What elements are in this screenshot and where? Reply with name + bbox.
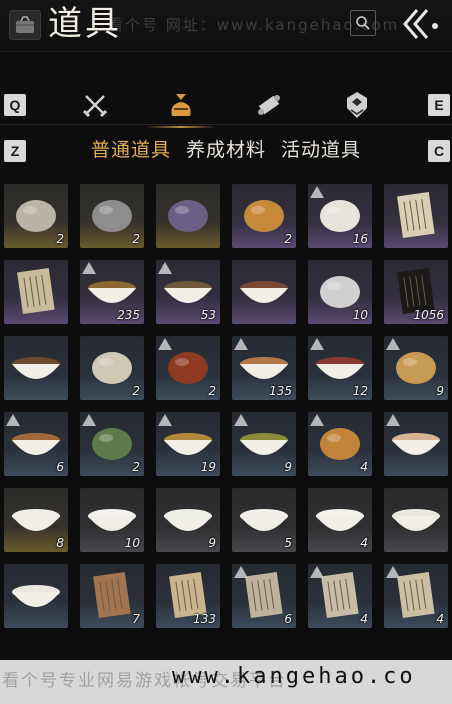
item-slot-sausage-plate[interactable]: 12 xyxy=(308,336,372,400)
item-slot-porcelain-bowl-red[interactable]: 8 xyxy=(4,488,68,552)
item-slot-gourd[interactable]: 2 xyxy=(80,412,144,476)
item-slot-dark-ore[interactable]: 2 xyxy=(80,184,144,248)
item-slot-pastry-box[interactable]: 9 xyxy=(384,336,448,400)
item-slot-golden-orb-stand[interactable]: 2 xyxy=(232,184,296,248)
item-count: 2 xyxy=(132,232,140,246)
back-arrows-icon xyxy=(403,9,438,39)
sub-tabs: 普通道具 养成材料 活动道具 xyxy=(0,135,452,167)
item-slot-dragonfly[interactable] xyxy=(156,184,220,248)
category-bar: Q E xyxy=(0,72,452,130)
item-count: 4 xyxy=(360,536,368,550)
item-count: 2 xyxy=(132,460,140,474)
bag-icon xyxy=(171,94,191,116)
meat-bowl-icon xyxy=(240,281,288,303)
item-count: 7 xyxy=(132,612,140,626)
item-slot-meat-bowl[interactable] xyxy=(232,260,296,324)
item-slot-noodle-bowl[interactable]: 19 xyxy=(156,412,220,476)
bag-menu-icon[interactable] xyxy=(9,10,41,40)
category-divider xyxy=(0,124,452,125)
item-slot-shrimp-dish[interactable] xyxy=(384,412,448,476)
document-icon xyxy=(17,267,55,315)
item-slot-bun-plate[interactable]: 135 xyxy=(232,336,296,400)
item-slot-bamboo-book[interactable]: 7 xyxy=(80,564,144,628)
item-count: 10 xyxy=(352,308,368,322)
dumplings-plate-icon xyxy=(12,357,60,379)
item-count: 19 xyxy=(200,460,216,474)
item-grid: 2 2 2 16 235 53 10 1056 2 2 135 12 9 6 2 19 9 4 8 10 9 5 4 7 133… xyxy=(0,184,452,664)
bottom-url-text: www.kangehao.co xyxy=(172,664,416,689)
gem-icon xyxy=(347,92,367,118)
item-slot-roast-leg[interactable]: 2 xyxy=(156,336,220,400)
porcelain-cup-icon xyxy=(392,509,440,531)
item-slot-gold-scroll[interactable]: 1056 xyxy=(384,260,448,324)
item-slot-silver-ore[interactable]: 2 xyxy=(4,184,68,248)
tab-gems[interactable] xyxy=(340,88,374,122)
item-count: 133 xyxy=(193,612,216,626)
item-count: 2 xyxy=(56,232,64,246)
tab-items[interactable] xyxy=(146,88,216,128)
item-slot-document[interactable] xyxy=(4,260,68,324)
item-slot-mountain-token[interactable]: 10 xyxy=(308,260,372,324)
letter-icon xyxy=(397,191,435,239)
item-slot-letter[interactable] xyxy=(384,184,448,248)
item-slot-greens-bowl[interactable]: 9 xyxy=(232,412,296,476)
item-count: 2 xyxy=(208,384,216,398)
item-slot-note-paper-2[interactable]: 4 xyxy=(308,564,372,628)
item-count: 9 xyxy=(208,536,216,550)
item-slot-flatbread-stack[interactable]: 4 xyxy=(308,412,372,476)
item-slot-fried-dish[interactable]: 235 xyxy=(80,260,144,324)
item-count: 8 xyxy=(56,536,64,550)
bottom-watermark-bar: 看个号专业网易游戏帐号交易平台 www.kangehao.co xyxy=(0,660,452,704)
key-hint-q: Q xyxy=(4,94,26,116)
top-header: 道具 看个号 网址：www.kangehao.com xyxy=(0,0,452,52)
item-slot-porcelain-dish[interactable] xyxy=(4,564,68,628)
tab-weapons[interactable] xyxy=(78,88,112,122)
item-count: 6 xyxy=(284,612,292,626)
item-count: 2 xyxy=(284,232,292,246)
subtab-growth-materials[interactable]: 养成材料 xyxy=(186,135,266,165)
search-icon xyxy=(356,16,370,30)
item-count: 2 xyxy=(132,384,140,398)
key-hint-e: E xyxy=(428,94,450,116)
item-count: 235 xyxy=(117,308,140,322)
item-slot-porcelain-bowl-bird[interactable]: 9 xyxy=(156,488,220,552)
porcelain-dish-icon xyxy=(12,585,60,607)
subtab-common-items[interactable]: 普通道具 xyxy=(91,135,171,165)
item-slot-porcelain-bowl-rooster[interactable]: 5 xyxy=(232,488,296,552)
crossed-swords-icon xyxy=(82,95,108,118)
item-count: 53 xyxy=(200,308,216,322)
item-slot-paper-sheets[interactable]: 133 xyxy=(156,564,220,628)
item-slot-porcelain-cup[interactable] xyxy=(384,488,448,552)
item-count: 4 xyxy=(360,612,368,626)
item-slot-rice-cakes[interactable]: 2 xyxy=(80,336,144,400)
tab-scrolls[interactable] xyxy=(252,88,286,122)
item-count: 4 xyxy=(436,612,444,626)
item-count: 6 xyxy=(56,460,64,474)
scroll-icon xyxy=(258,95,280,115)
back-button[interactable] xyxy=(396,4,444,44)
item-slot-note-paper-3[interactable]: 4 xyxy=(384,564,448,628)
subtab-event-items[interactable]: 活动道具 xyxy=(281,135,361,165)
item-slot-porcelain-bowl[interactable]: 10 xyxy=(80,488,144,552)
item-count: 5 xyxy=(284,536,292,550)
item-count: 9 xyxy=(284,460,292,474)
item-slot-dumplings-plate[interactable] xyxy=(4,336,68,400)
item-slot-fish-plate[interactable]: 6 xyxy=(4,412,68,476)
item-count: 12 xyxy=(352,384,368,398)
item-count: 9 xyxy=(436,384,444,398)
item-count: 1056 xyxy=(413,308,444,322)
item-slot-steamed-buns[interactable]: 16 xyxy=(308,184,372,248)
item-slot-soup-pot[interactable]: 53 xyxy=(156,260,220,324)
item-count: 135 xyxy=(269,384,292,398)
item-count: 10 xyxy=(124,536,140,550)
item-count: 4 xyxy=(360,460,368,474)
item-slot-porcelain-bowl-ink[interactable]: 4 xyxy=(308,488,372,552)
item-count: 16 xyxy=(352,232,368,246)
dragonfly-icon xyxy=(168,200,208,232)
item-slot-note-paper-1[interactable]: 6 xyxy=(232,564,296,628)
search-button[interactable] xyxy=(350,10,376,36)
